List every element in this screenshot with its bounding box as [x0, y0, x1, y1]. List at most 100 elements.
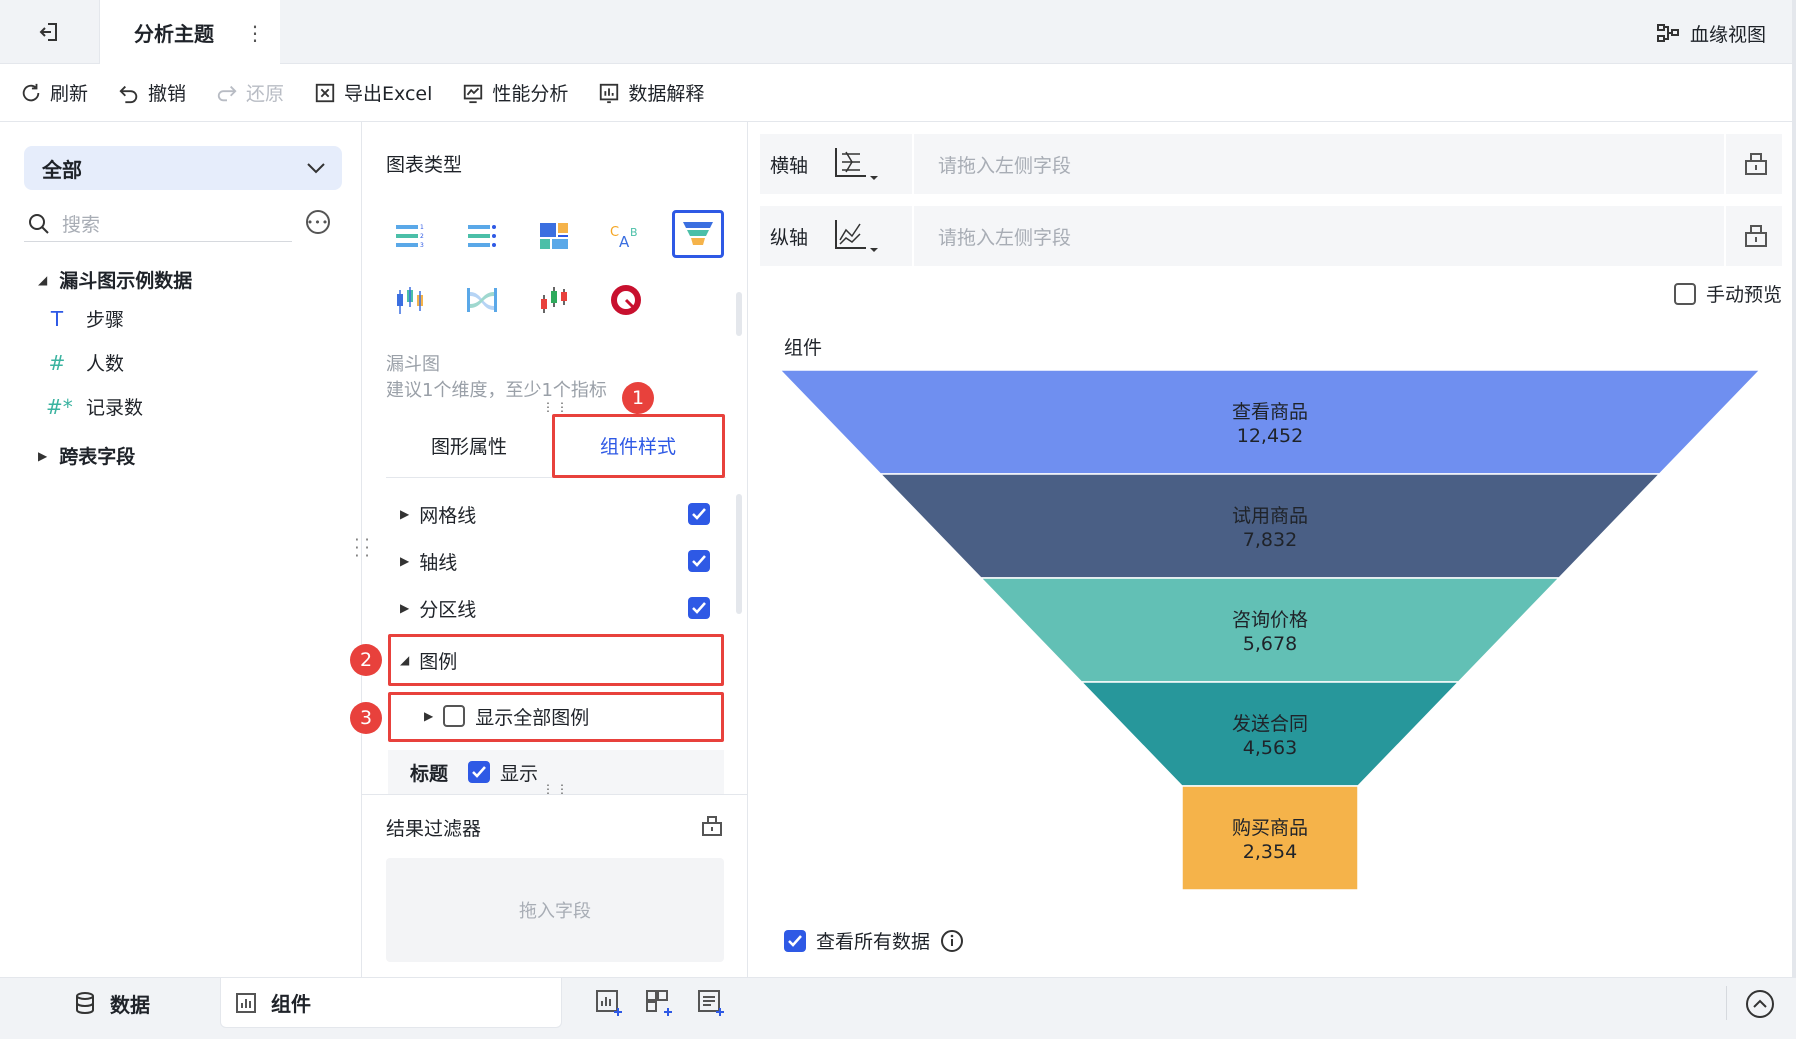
chart-type-candlestick-icon[interactable] — [528, 276, 580, 324]
redo-label: 还原 — [246, 83, 285, 105]
y-axis-settings-icon[interactable] — [1742, 222, 1770, 250]
title-setting-label: 标题 — [410, 762, 449, 785]
data-explain-button[interactable]: 数据解释 — [598, 79, 704, 106]
x-axis-row: 横轴 请拖入左侧字段 — [760, 134, 1782, 194]
grid-line-checkbox[interactable] — [688, 503, 710, 525]
axis-line-row[interactable]: ▶ 轴线 — [400, 541, 710, 581]
title-show-label: 显示 — [500, 762, 539, 785]
tab-component[interactable]: 组件 — [220, 978, 562, 1028]
field-item[interactable]: #* 记录数 — [46, 393, 143, 420]
caret-down-icon: ◢ — [400, 653, 410, 667]
y-axis-drop-zone[interactable]: 请拖入左侧字段 — [912, 206, 1726, 266]
step-badge-3: 3 — [350, 702, 382, 734]
lineage-view-button[interactable]: 血缘视图 — [1656, 18, 1766, 48]
divider — [1726, 986, 1727, 1020]
y-axis-icon[interactable] — [830, 218, 880, 254]
svg-text:1: 1 — [420, 224, 424, 231]
manual-preview-checkbox[interactable] — [1673, 282, 1696, 305]
funnel-category-label: 发送合同 — [1232, 713, 1308, 735]
dataset-select[interactable]: 全部 — [24, 146, 342, 190]
step-badge-2: 2 — [350, 644, 382, 676]
funnel-category-label: 查看商品 — [1232, 401, 1308, 423]
y-axis-row: 纵轴 请拖入左侧字段 — [760, 206, 1782, 266]
refresh-button[interactable]: 刷新 — [20, 79, 88, 106]
filter-drop-zone[interactable]: 拖入字段 — [386, 858, 724, 962]
search-icon — [29, 213, 49, 234]
axis-line-checkbox[interactable] — [688, 550, 710, 572]
field-item[interactable]: # 人数 — [46, 349, 124, 376]
undo-label: 撤销 — [148, 83, 187, 105]
manual-preview-toggle[interactable]: 手动预览 — [1673, 280, 1782, 307]
result-filter-title: 结果过滤器 — [386, 818, 482, 840]
performance-label: 性能分析 — [492, 83, 569, 105]
tab-shape-properties[interactable]: 图形属性 — [386, 412, 552, 478]
chart-type-gauge-icon[interactable] — [600, 276, 652, 324]
tree-group-cross-table[interactable]: ▶ 跨表字段 — [38, 442, 135, 469]
component-title: 组件 — [784, 337, 823, 359]
data-explain-icon — [600, 83, 619, 103]
info-icon[interactable] — [940, 929, 964, 953]
chart-type-treemap-icon[interactable] — [528, 212, 580, 260]
dataset-select-value: 全部 — [42, 157, 82, 182]
zone-line-checkbox[interactable] — [688, 597, 710, 619]
grid-line-row[interactable]: ▶ 网格线 — [400, 494, 710, 534]
field-label: 人数 — [86, 353, 125, 375]
scrollbar[interactable] — [736, 292, 742, 336]
show-all-legend-row[interactable]: ▶ 显示全部图例 — [424, 696, 734, 736]
grid-line-label: 网格线 — [419, 504, 477, 527]
add-report-icon[interactable] — [696, 988, 726, 1018]
export-excel-label: 导出Excel — [344, 83, 433, 105]
svg-text:2: 2 — [420, 233, 424, 240]
manual-preview-label: 手动预览 — [1705, 284, 1782, 306]
scrollbar[interactable] — [736, 494, 742, 614]
x-axis-settings-icon[interactable] — [1742, 150, 1770, 178]
see-all-data-toggle[interactable]: 查看所有数据 — [784, 927, 964, 954]
calc-field-icon: #* — [46, 394, 73, 419]
x-axis-icon[interactable] — [830, 146, 880, 182]
legend-row[interactable]: ◢ 图例 — [400, 640, 710, 680]
chart-type-funnel-icon[interactable] — [672, 210, 724, 258]
add-chart-icon[interactable] — [594, 988, 624, 1018]
performance-button[interactable]: 性能分析 — [462, 79, 568, 106]
collapse-button[interactable] — [1746, 990, 1774, 1018]
bottom-bar: 数据 组件 — [0, 977, 1796, 1039]
number-field-icon: # — [48, 350, 66, 375]
more-icon[interactable]: ⋮ — [240, 18, 270, 48]
export-excel-button[interactable]: 导出Excel — [314, 79, 432, 106]
see-all-data-checkbox[interactable] — [784, 929, 806, 952]
show-all-legend-checkbox[interactable] — [443, 705, 466, 727]
caret-right-icon: ▶ — [400, 601, 410, 615]
undo-button[interactable]: 撤销 — [118, 79, 186, 106]
chart-type-box-plot-icon[interactable] — [384, 276, 436, 324]
funnel-value-label: 12,452 — [1237, 425, 1303, 447]
window-edge — [1792, 0, 1796, 977]
caret-right-icon: ▶ — [400, 554, 410, 568]
highlight-box-1 — [552, 414, 725, 478]
chart-type-sankey-icon[interactable] — [456, 276, 508, 324]
tab-component-label: 组件 — [271, 992, 311, 1016]
lineage-label: 血缘视图 — [1689, 23, 1766, 46]
title-show-checkbox[interactable] — [468, 761, 491, 783]
filter-settings-icon[interactable] — [700, 814, 724, 838]
caret-right-icon: ▶ — [424, 709, 434, 723]
chart-type-word-cloud-icon[interactable]: CAB — [600, 212, 652, 260]
zone-line-row[interactable]: ▶ 分区线 — [400, 588, 710, 628]
tree-group-label: 漏斗图示例数据 — [59, 270, 193, 292]
tab-data[interactable]: 数据 — [74, 978, 220, 1028]
toolbar: 刷新 撤销 还原 导出Excel 性能分析 数据解释 — [0, 64, 1796, 122]
more-options-icon[interactable]: ••• — [306, 210, 330, 234]
show-all-legend-label: 显示全部图例 — [475, 706, 590, 729]
svg-text:C: C — [610, 225, 619, 240]
performance-icon — [464, 84, 483, 103]
search-input[interactable]: 搜索 — [24, 206, 292, 242]
field-item[interactable]: T 步骤 — [46, 305, 124, 332]
redo-icon — [217, 85, 237, 101]
add-dashboard-icon[interactable] — [644, 988, 674, 1018]
exit-button[interactable] — [0, 0, 100, 64]
chart-type-ranked-table-icon[interactable]: 1 2 3 — [384, 212, 436, 260]
chart-type-list-icon[interactable] — [456, 212, 508, 260]
tree-group-funnel[interactable]: ◢ 漏斗图示例数据 — [38, 266, 192, 293]
see-all-data-label: 查看所有数据 — [816, 931, 931, 953]
x-axis-drop-zone[interactable]: 请拖入左侧字段 — [912, 134, 1726, 194]
redo-button[interactable]: 还原 — [216, 79, 284, 106]
